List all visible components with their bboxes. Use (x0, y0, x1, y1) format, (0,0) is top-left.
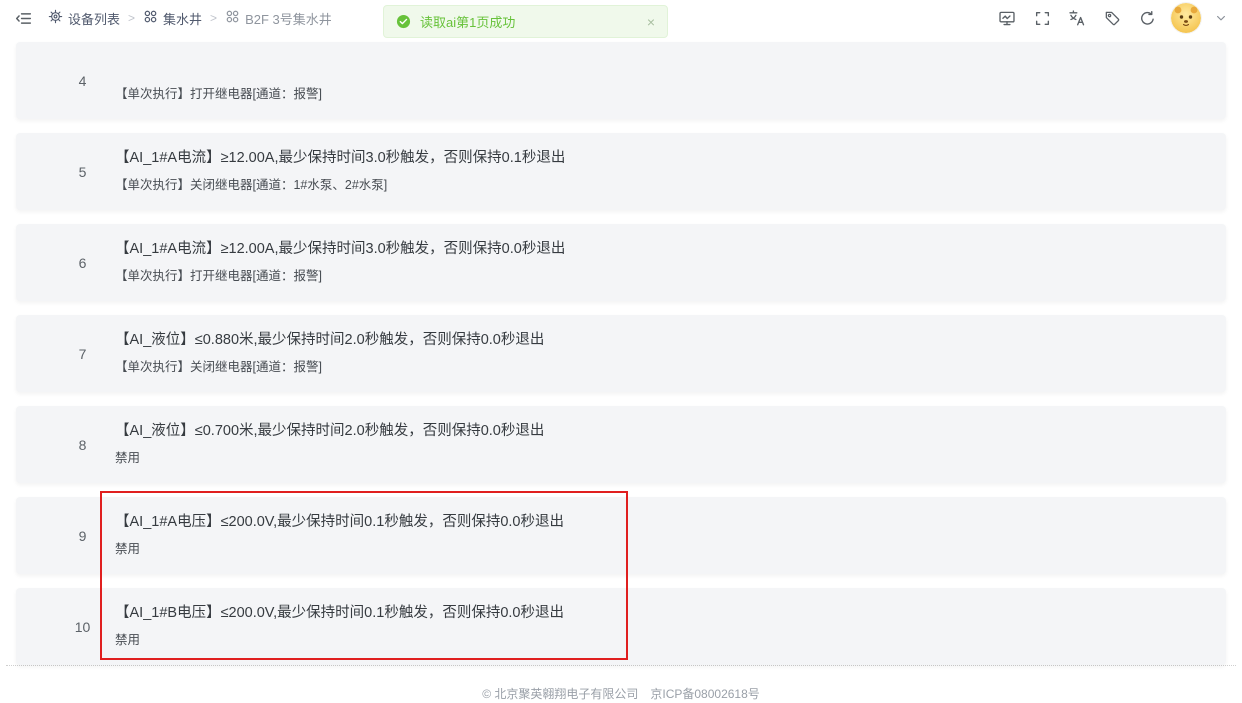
rule-action: 【单次执行】关闭继电器[通道：1#水泵、2#水泵] (115, 177, 1206, 194)
rule-list: 4 【单次执行】打开继电器[通道：报警] 5 【AI_1#A电流】≥12.00A… (0, 42, 1242, 665)
rule-row[interactable]: 7 【AI_液位】≤0.880米,最少保持时间2.0秒触发，否则保持0.0秒退出… (16, 315, 1226, 392)
breadcrumb-item-current-device: B2F 3号集水井 (225, 9, 332, 28)
rule-action: 【单次执行】关闭继电器[通道：报警] (115, 359, 1206, 376)
gear-icon (48, 9, 63, 27)
rule-condition: 【AI_1#B电压】≤200.0V,最少保持时间0.1秒触发，否则保持0.0秒退… (115, 603, 1206, 624)
breadcrumb-label: 集水井 (163, 9, 202, 28)
rule-index: 7 (16, 315, 161, 392)
breadcrumb-label: 设备列表 (68, 9, 120, 28)
breadcrumb-separator: > (128, 11, 135, 25)
chevron-down-icon[interactable] (1214, 7, 1228, 29)
rule-condition: 【AI_1#A电压】≤200.0V,最少保持时间0.1秒触发，否则保持0.0秒退… (115, 512, 1206, 533)
rule-action: 禁用 (115, 541, 1206, 558)
breadcrumb: 设备列表 > 集水井 > B2F 3号集水井 (48, 9, 332, 28)
rule-index: 5 (16, 133, 161, 210)
breadcrumb-item-group[interactable]: 集水井 (143, 9, 202, 28)
rule-index: 4 (16, 42, 161, 119)
rule-row[interactable]: 5 【AI_1#A电流】≥12.00A,最少保持时间3.0秒触发，否则保持0.1… (16, 133, 1226, 210)
rule-row[interactable]: 8 【AI_液位】≤0.700米,最少保持时间2.0秒触发，否则保持0.0秒退出… (16, 406, 1226, 483)
toast-message: 读取ai第1页成功 (420, 12, 638, 31)
rule-condition: 【AI_液位】≤0.700米,最少保持时间2.0秒触发，否则保持0.0秒退出 (115, 421, 1206, 442)
rule-condition (115, 57, 1206, 78)
rule-index: 10 (16, 588, 161, 665)
translate-icon[interactable] (1066, 7, 1088, 29)
footer-copyright: © 北京聚英翱翔电子有限公司 京ICP备08002618号 (0, 666, 1242, 702)
rule-condition: 【AI_1#A电流】≥12.00A,最少保持时间3.0秒触发，否则保持0.0秒退… (115, 239, 1206, 260)
refresh-icon[interactable] (1136, 7, 1158, 29)
breadcrumb-separator: > (210, 11, 217, 25)
rule-condition: 【AI_液位】≤0.880米,最少保持时间2.0秒触发，否则保持0.0秒退出 (115, 330, 1206, 351)
rule-index: 9 (16, 497, 161, 574)
rule-action: 【单次执行】打开继电器[通道：报警] (115, 86, 1206, 103)
rule-action: 禁用 (115, 632, 1206, 649)
rule-row[interactable]: 9 【AI_1#A电压】≤200.0V,最少保持时间0.1秒触发，否则保持0.0… (16, 497, 1226, 574)
toast-close-icon[interactable]: × (647, 15, 655, 29)
rule-index: 6 (16, 224, 161, 301)
fullscreen-icon[interactable] (1031, 7, 1053, 29)
breadcrumb-label: B2F 3号集水井 (245, 9, 332, 28)
rule-condition: 【AI_1#A电流】≥12.00A,最少保持时间3.0秒触发，否则保持0.1秒退… (115, 148, 1206, 169)
tag-icon[interactable] (1101, 7, 1123, 29)
success-toast: 读取ai第1页成功 × (383, 5, 668, 38)
rule-action: 【单次执行】打开继电器[通道：报警] (115, 268, 1206, 285)
collapse-sidebar-icon[interactable] (12, 7, 34, 29)
rule-row[interactable]: 4 【单次执行】打开继电器[通道：报警] (16, 42, 1226, 119)
rule-index: 8 (16, 406, 161, 483)
rule-action: 禁用 (115, 450, 1206, 467)
rule-row[interactable]: 10 【AI_1#B电压】≤200.0V,最少保持时间0.1秒触发，否则保持0.… (16, 588, 1226, 665)
breadcrumb-item-device-list[interactable]: 设备列表 (48, 9, 120, 28)
avatar[interactable] (1171, 3, 1201, 33)
check-circle-icon (396, 14, 411, 29)
grid-icon (225, 9, 240, 27)
grid-icon (143, 9, 158, 27)
monitor-icon[interactable] (996, 7, 1018, 29)
rule-row[interactable]: 6 【AI_1#A电流】≥12.00A,最少保持时间3.0秒触发，否则保持0.0… (16, 224, 1226, 301)
